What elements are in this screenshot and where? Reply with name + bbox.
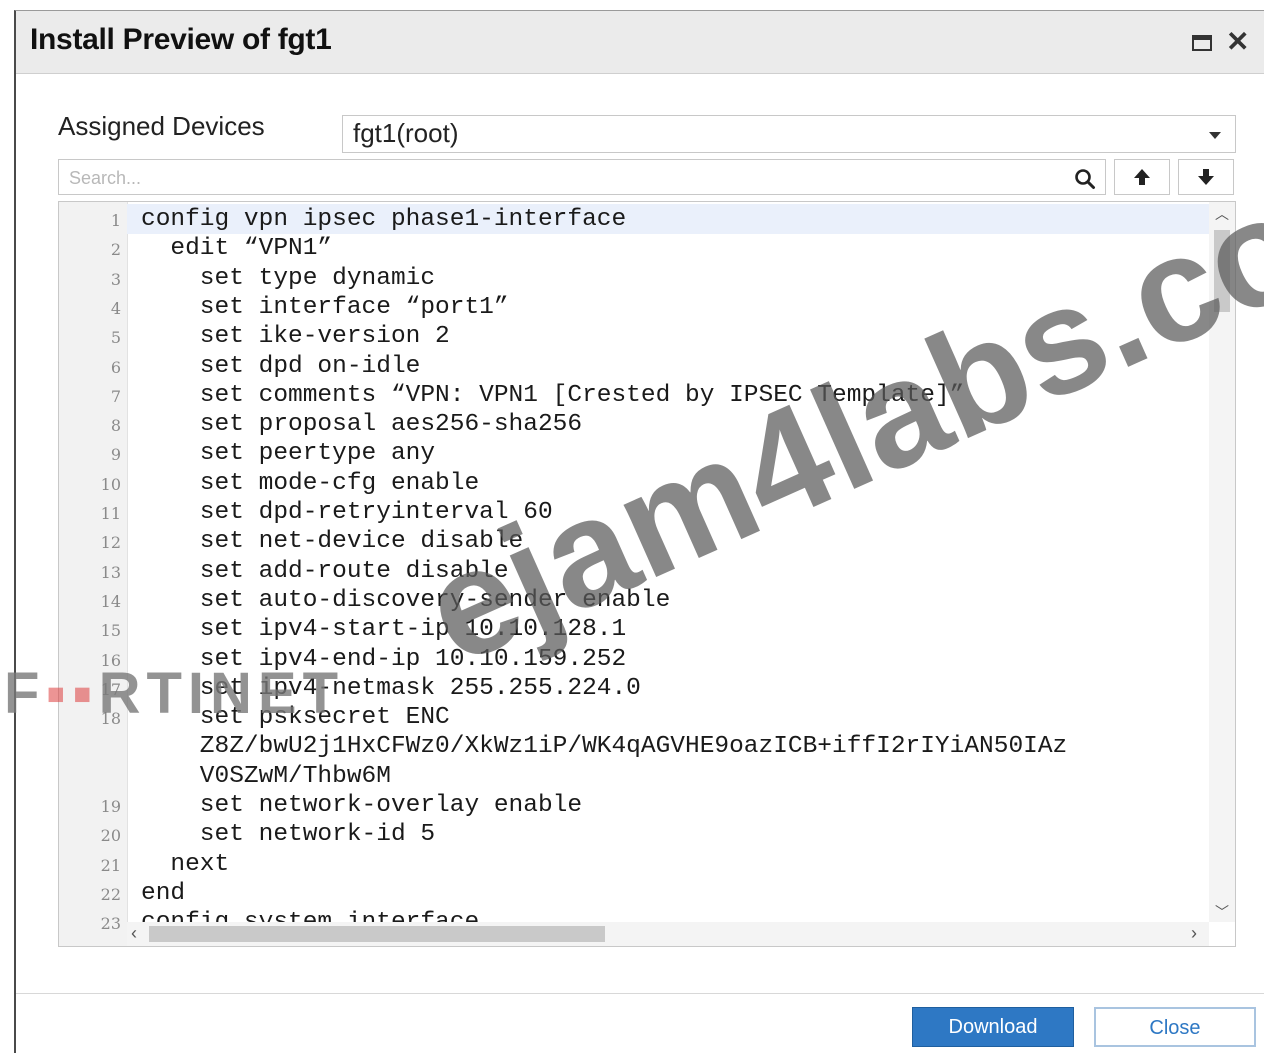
scroll-left-icon[interactable]: ‹	[131, 923, 137, 944]
close-icon[interactable]: ✕	[1226, 27, 1249, 57]
dialog-title: Install Preview of fgt1	[30, 23, 332, 56]
code-line: V0SZwM/Thbw6M	[141, 762, 391, 790]
code-line: end	[141, 879, 186, 907]
line-number: 17	[100, 679, 121, 699]
search-input[interactable]	[67, 164, 1051, 192]
code-line: next	[141, 850, 230, 878]
horizontal-scrollbar[interactable]: ‹ ›	[127, 922, 1209, 946]
dialog-titlebar: Install Preview of fgt1 ✕	[16, 11, 1264, 74]
vertical-scrollbar[interactable]: ︿ ﹀	[1209, 202, 1235, 922]
code-line: set mode-cfg enable	[141, 469, 480, 497]
code-preview[interactable]: 1 config vpn ipsec phase1-interface 2 edit…	[58, 201, 1236, 947]
search-icon[interactable]	[1073, 167, 1097, 191]
line-number: 18	[100, 709, 121, 729]
line-number: 19	[100, 797, 121, 816]
arrow-down-icon	[1198, 169, 1214, 185]
scroll-right-icon[interactable]: ›	[1191, 923, 1197, 944]
code-line: set proposal aes256-sha256	[141, 411, 583, 439]
code-line: Z8Z/bwU2j1HxCFWz0/XkWz1iP/WK4qAGVHE9oazI…	[141, 733, 1068, 761]
line-number: 5	[110, 328, 121, 348]
code-line: set auto-discovery-sender enable	[141, 586, 671, 614]
horizontal-scroll-thumb[interactable]	[149, 926, 605, 942]
line-number: 23	[100, 914, 121, 934]
code-line: edit “VPN1”	[141, 235, 333, 263]
line-number: 22	[100, 884, 121, 904]
line-number: 7	[110, 386, 121, 406]
line-number: 15	[100, 621, 121, 641]
code-line: set psksecret ENC	[141, 704, 450, 732]
maximize-icon[interactable]	[1192, 35, 1212, 51]
search-field	[58, 159, 1106, 195]
next-match-button[interactable]	[1178, 159, 1234, 195]
line-number: 8	[110, 416, 121, 436]
line-number: 12	[100, 533, 121, 553]
code-line: set add-route disable	[141, 557, 509, 585]
code-line: set ipv4-netmask 255.255.224.0	[141, 674, 641, 702]
arrow-up-icon	[1134, 169, 1150, 185]
close-button[interactable]: Close	[1094, 1007, 1256, 1047]
code-line: set peertype any	[141, 440, 436, 468]
line-number: 11	[100, 504, 121, 523]
footer-divider	[16, 993, 1264, 994]
assigned-devices-select[interactable]: fgt1(root)	[342, 115, 1236, 153]
line-number: 10	[100, 474, 121, 494]
line-number: 1	[110, 211, 121, 230]
previous-match-button[interactable]	[1114, 159, 1170, 195]
download-button[interactable]: Download	[912, 1007, 1074, 1047]
install-preview-dialog: Install Preview of fgt1 ✕ Assigned Devic…	[14, 10, 1264, 1053]
scroll-down-icon[interactable]: ﹀	[1215, 902, 1229, 922]
code-line: set ipv4-start-ip 10.10.128.1	[141, 616, 627, 644]
scroll-up-icon[interactable]: ︿	[1215, 204, 1229, 224]
line-number: 13	[100, 562, 121, 582]
line-number: 24	[59, 944, 121, 947]
line-number: 16	[100, 650, 121, 670]
code-line: set network-id 5	[141, 821, 436, 849]
code-line: set type dynamic	[141, 264, 436, 292]
assigned-devices-value: fgt1(root)	[353, 118, 459, 148]
code-line: config vpn ipsec phase1-interface	[141, 206, 627, 233]
code-line: set net-device disable	[141, 528, 524, 556]
assigned-devices-label: Assigned Devices	[58, 111, 265, 141]
vertical-scroll-thumb[interactable]	[1214, 230, 1230, 312]
code-line: set dpd-retryinterval 60	[141, 499, 553, 526]
code-line: set interface “port1”	[141, 293, 509, 321]
code-line: set network-overlay enable	[141, 792, 583, 819]
line-number: 14	[100, 591, 121, 611]
line-number: 4	[110, 298, 121, 318]
line-number: 9	[110, 445, 121, 465]
code-line: set ipv4-end-ip 10.10.159.252	[141, 645, 627, 673]
caret-down-icon	[1209, 132, 1221, 139]
code-line: set ike-version 2	[141, 323, 450, 351]
line-number: 21	[100, 855, 121, 875]
code-line: set comments “VPN: VPN1 [Crested by IPSE…	[141, 381, 965, 409]
line-number: 2	[110, 240, 121, 260]
code-line: set dpd on-idle	[141, 352, 421, 380]
line-number: 20	[100, 826, 121, 846]
line-number: 3	[110, 269, 121, 289]
line-number: 6	[110, 357, 121, 377]
